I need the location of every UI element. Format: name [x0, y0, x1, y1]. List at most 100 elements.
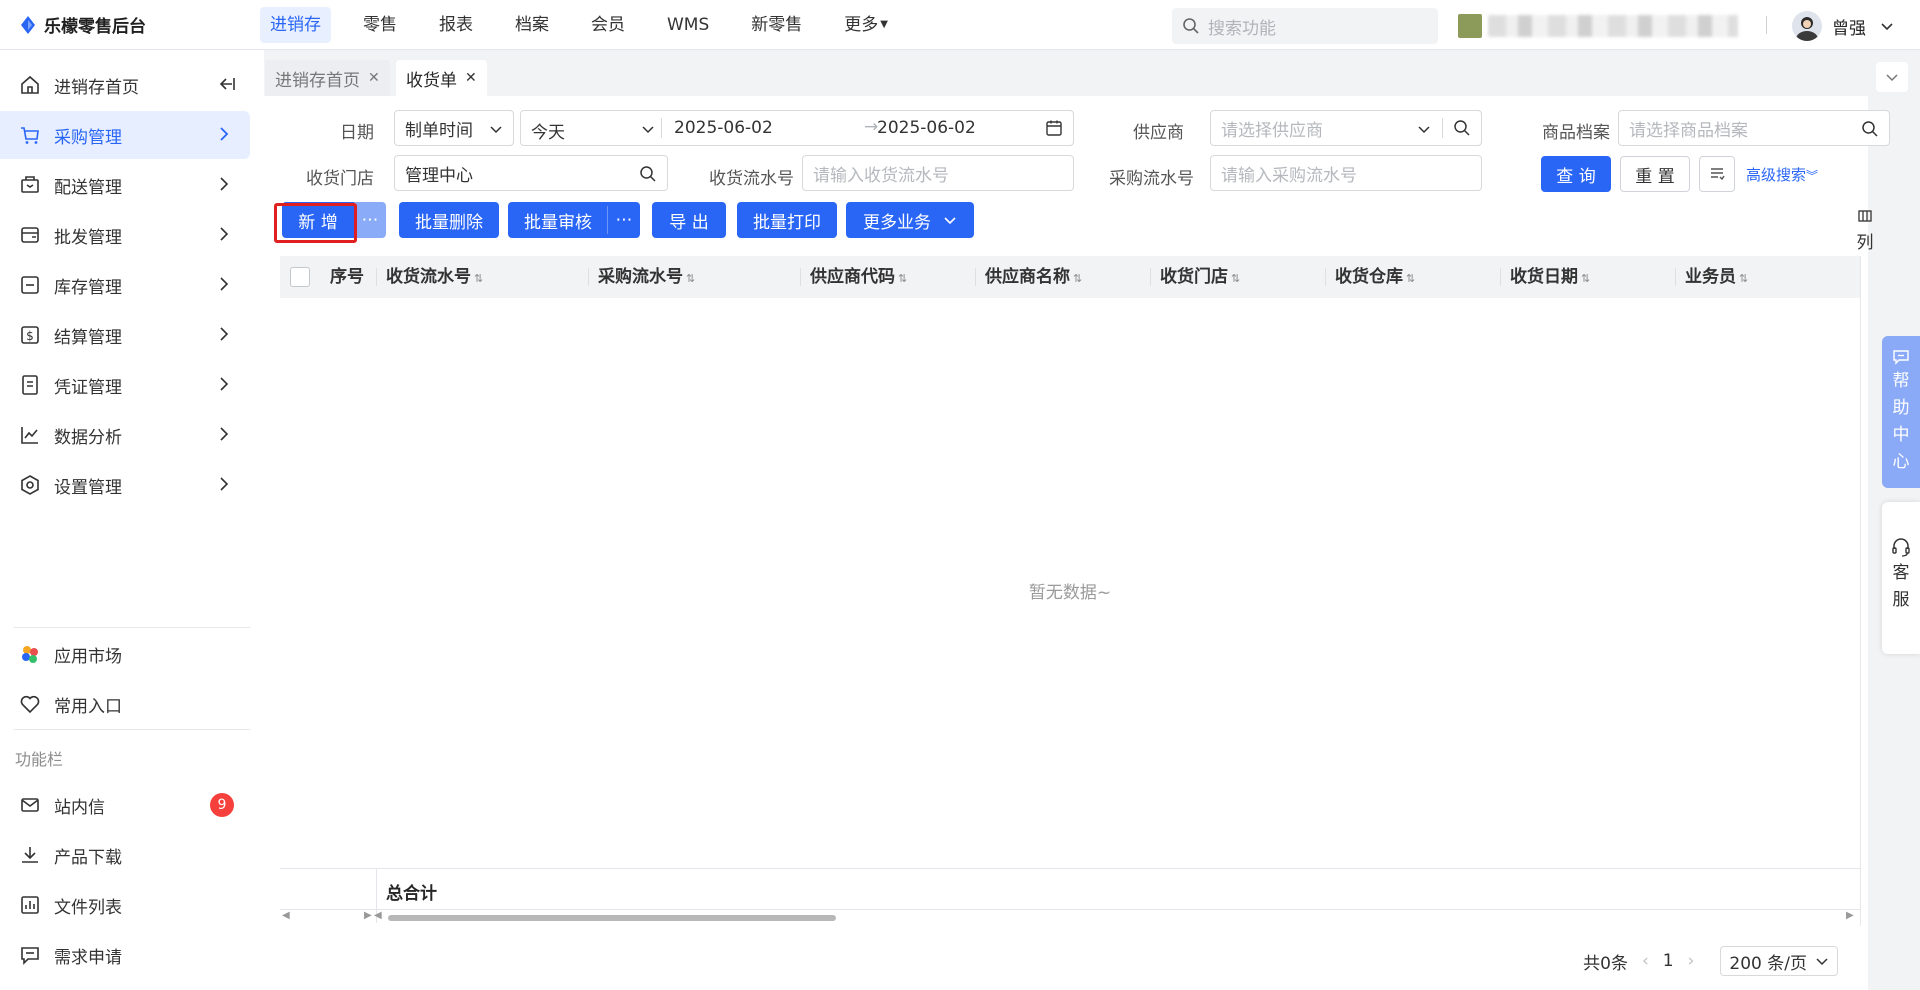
search-icon[interactable]: [1453, 119, 1471, 137]
sidebar-item-requests[interactable]: 需求申请: [0, 931, 250, 979]
column-header-salesperson[interactable]: 业务员 ⇅: [1685, 256, 1748, 298]
topnav-wms[interactable]: WMS: [657, 7, 719, 43]
next-page-icon[interactable]: ›: [1688, 951, 1695, 971]
sidebar-item-files[interactable]: 文件列表: [0, 881, 250, 929]
app-logo[interactable]: 乐檬零售后台: [0, 12, 260, 37]
topnav-member[interactable]: 会员: [581, 7, 635, 43]
user-menu[interactable]: 曾强: [1792, 11, 1894, 41]
chevron-down-icon: [1418, 126, 1430, 134]
product-select[interactable]: 请选择商品档案: [1618, 110, 1890, 146]
chevron-down-icon: [1816, 958, 1828, 966]
store-label: 收货门店: [306, 169, 374, 189]
close-icon[interactable]: ✕: [465, 70, 477, 86]
calendar-icon[interactable]: [1045, 119, 1063, 137]
column-header-purchase-no[interactable]: 采购流水号 ⇅: [598, 256, 695, 298]
batch-audit-more-button[interactable]: ⋯: [608, 202, 640, 238]
batch-print-button[interactable]: 批量打印: [737, 202, 837, 238]
sidebar-item-settings[interactable]: 设置管理: [0, 461, 250, 509]
receipt-no-label: 收货流水号: [709, 169, 794, 189]
topnav-inventory[interactable]: 进销存: [260, 6, 331, 43]
sidebar-item-downloads[interactable]: 产品下载: [0, 831, 250, 879]
column-header-receipt-no[interactable]: 收货流水号 ⇅: [386, 256, 483, 298]
supplier-select[interactable]: 请选择供应商: [1210, 110, 1482, 146]
sidebar-item-settlement[interactable]: $ 结算管理: [0, 311, 250, 359]
sidebar-item-voucher[interactable]: 凭证管理: [0, 361, 250, 409]
column-header-supplier-name[interactable]: 供应商名称 ⇅: [985, 256, 1082, 298]
date-type-select[interactable]: 制单时间: [394, 110, 514, 146]
column-header-receiving-store[interactable]: 收货门店 ⇅: [1160, 256, 1240, 298]
sidebar-item-analytics[interactable]: 数据分析: [0, 411, 250, 459]
customer-service-button[interactable]: 客 服: [1882, 502, 1920, 654]
collapse-sidebar-icon[interactable]: [218, 75, 236, 93]
settlement-icon: $: [18, 323, 42, 347]
sidebar-item-wholesale[interactable]: 批发管理: [0, 211, 250, 259]
heart-icon: [18, 692, 42, 716]
purchase-no-input[interactable]: 请输入采购流水号: [1210, 155, 1482, 191]
page-size-select[interactable]: 200 条/页: [1720, 946, 1838, 976]
column-header-warehouse[interactable]: 收货仓库 ⇅: [1335, 256, 1415, 298]
receipt-table: 序号 收货流水号 ⇅ 采购流水号 ⇅ 供应商代码 ⇅ 供应商名称 ⇅ 收货门店 ⇅ 收货仓…: [280, 256, 1861, 926]
topnav-retail[interactable]: 零售: [353, 7, 407, 43]
scroll-thumb[interactable]: [388, 915, 836, 921]
sidebar-item-messages[interactable]: 站内信 9: [0, 781, 250, 829]
store-select[interactable]: 管理中心: [394, 155, 668, 191]
reset-button[interactable]: 重 置: [1620, 156, 1690, 192]
select-all-checkbox[interactable]: [290, 267, 310, 287]
close-icon[interactable]: ✕: [368, 70, 380, 86]
date-preset-select[interactable]: 今天: [531, 118, 661, 143]
current-page[interactable]: 1: [1663, 951, 1674, 971]
scroll-right-icon[interactable]: ▶: [1846, 910, 1854, 921]
chat-icon: [1893, 350, 1909, 365]
sidebar-item-delivery[interactable]: 配送管理: [0, 161, 250, 209]
more-business-button[interactable]: 更多业务: [846, 202, 974, 238]
tab-inventory-home[interactable]: 进销存首页 ✕: [265, 60, 390, 96]
advanced-search-link[interactable]: 高级搜索︾: [1746, 164, 1818, 185]
prev-page-icon[interactable]: ‹: [1642, 951, 1649, 971]
chevron-right-icon: [220, 477, 229, 491]
product-label: 商品档案: [1542, 123, 1610, 143]
batch-delete-button[interactable]: 批量删除: [399, 202, 499, 238]
date-end-input[interactable]: 2025-06-02: [877, 118, 976, 138]
date-start-input[interactable]: 2025-06-02: [674, 118, 773, 138]
topnav-reports[interactable]: 报表: [429, 7, 483, 43]
tab-receipt[interactable]: 收货单 ✕: [396, 60, 487, 96]
export-button[interactable]: 导 出: [652, 202, 726, 238]
store-switcher[interactable]: [1458, 14, 1738, 38]
add-more-button[interactable]: ⋯: [354, 202, 386, 238]
topnav-archive[interactable]: 档案: [505, 7, 559, 43]
sort-icon: ⇅: [474, 272, 484, 285]
topnav-more[interactable]: 更多 ▼: [834, 7, 898, 43]
column-header-receipt-date[interactable]: 收货日期 ⇅: [1510, 256, 1590, 298]
help-center-button[interactable]: 帮 助 中 心: [1882, 336, 1920, 488]
sort-icon: ⇅: [1581, 272, 1591, 285]
batch-audit-button[interactable]: 批量审核: [508, 202, 608, 238]
sidebar-item-favorites[interactable]: 常用入口: [0, 680, 250, 728]
receipt-no-input[interactable]: 请输入收货流水号: [802, 155, 1074, 191]
topnav-new-retail[interactable]: 新零售: [741, 7, 812, 43]
divider: [1766, 16, 1767, 34]
top-nav: 进销存 零售 报表 档案 会员 WMS 新零售 更多 ▼: [260, 0, 920, 50]
home-icon: [18, 73, 42, 97]
sidebar-item-purchase[interactable]: 采购管理: [0, 111, 250, 159]
search-icon[interactable]: [639, 165, 657, 183]
tabs-dropdown[interactable]: [1876, 62, 1908, 92]
scroll-right-icon[interactable]: ▶: [364, 910, 372, 921]
avatar: [1792, 11, 1822, 41]
column-settings-button[interactable]: 列: [1848, 208, 1882, 253]
sidebar-item-home[interactable]: 进销存首页: [0, 61, 250, 109]
column-header-supplier-code[interactable]: 供应商代码 ⇅: [810, 256, 907, 298]
sidebar-item-inventory[interactable]: 库存管理: [0, 261, 250, 309]
sidebar-item-app-market[interactable]: 应用市场: [0, 630, 250, 678]
chevron-right-icon: [220, 277, 229, 291]
scroll-left-icon[interactable]: ◀: [374, 910, 382, 921]
search-icon[interactable]: [1861, 120, 1879, 138]
function-search-input[interactable]: 搜索功能: [1172, 8, 1438, 44]
caret-down-icon: ▼: [880, 18, 888, 30]
purchase-no-label: 采购流水号: [1109, 169, 1194, 189]
horizontal-scrollbar[interactable]: ◀ ▶ ◀ ▶: [280, 910, 1860, 926]
scroll-left-icon[interactable]: ◀: [282, 910, 290, 921]
date-label: 日期: [340, 123, 374, 143]
query-button[interactable]: 查 询: [1541, 156, 1611, 192]
filter-settings-button[interactable]: [1699, 156, 1735, 192]
svg-text:$: $: [26, 329, 34, 343]
